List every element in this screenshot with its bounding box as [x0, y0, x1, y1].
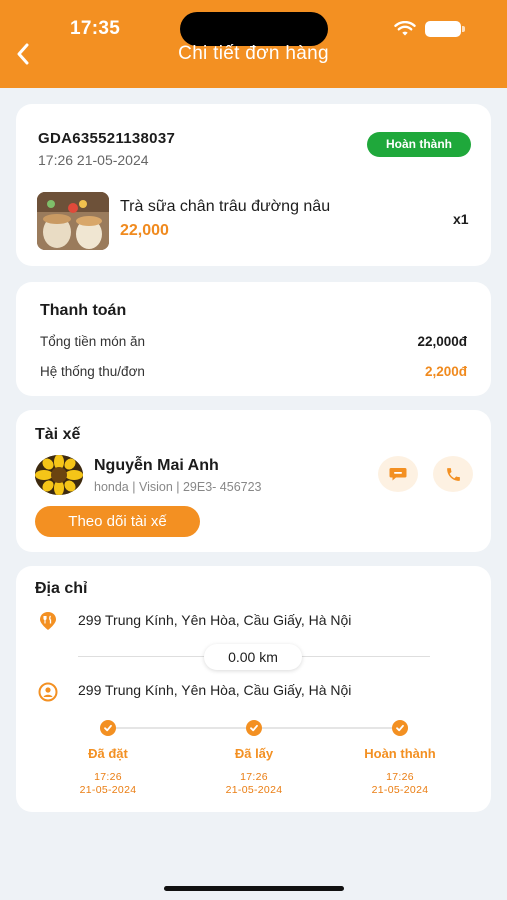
driver-card: Tài xế Nguyễn Mai Anh honda | Vision | 2…: [16, 410, 491, 552]
product-price: 22,000: [120, 222, 169, 239]
chat-icon: [389, 468, 407, 481]
distance-pill: 0.00 km: [204, 644, 302, 670]
pickup-address: 299 Trung Kính, Yên Hòa, Cầu Giấy, Hà Nộ…: [78, 612, 352, 628]
step-label-ordered: Đã đặt: [88, 746, 128, 761]
dynamic-island: [180, 12, 328, 46]
restaurant-pin-icon: [40, 612, 56, 630]
product-thumbnail: [37, 192, 109, 250]
product-image: [37, 192, 109, 250]
track-driver-button[interactable]: Theo dõi tài xế: [35, 506, 200, 537]
user-location-icon: [38, 682, 58, 702]
order-code: GDA635521138037: [38, 130, 176, 147]
step-time-picked-date: 21-05-2024: [225, 784, 283, 796]
payment-title: Thanh toán: [40, 302, 127, 319]
status-time: 17:35: [70, 18, 121, 39]
food-total-value: 22,000đ: [417, 334, 467, 349]
step-label-picked: Đã lấy: [234, 746, 274, 761]
page-title: Chi tiết đơn hàng: [178, 43, 329, 64]
call-button[interactable]: [433, 456, 473, 492]
battery-icon: [425, 21, 461, 37]
address-card: Địa chỉ 299 Trung Kính, Yên Hòa, Cầu Giấ…: [16, 566, 491, 812]
driver-vehicle: honda | Vision | 29E3- 456723: [94, 480, 262, 494]
step-check-icon-completed: [392, 720, 408, 736]
step-time-ordered: 17:26 21-05-2024: [48, 771, 168, 797]
dropoff-address: 299 Trung Kính, Yên Hòa, Cầu Giấy, Hà Nộ…: [78, 682, 352, 698]
order-card: GDA635521138037 17:26 21-05-2024 Hoàn th…: [16, 104, 491, 266]
step-time-completed: 17:26 21-05-2024: [340, 771, 460, 797]
step-label-completed: Hoàn thành: [364, 746, 436, 761]
message-button[interactable]: [378, 456, 418, 492]
step-time-ordered-time: 17:26: [94, 771, 122, 783]
battery-tip-icon: [462, 26, 465, 32]
status-icons: [394, 20, 474, 38]
step-check-icon-picked: [246, 720, 262, 736]
wifi-icon: [394, 21, 416, 36]
sunflower-image: [35, 455, 83, 495]
driver-avatar: [35, 455, 83, 495]
home-indicator: [164, 886, 344, 891]
progress-line-2: [262, 727, 392, 729]
driver-section-title: Tài xế: [35, 426, 81, 443]
step-time-picked: 17:26 21-05-2024: [194, 771, 314, 797]
step-time-picked-time: 17:26: [240, 771, 268, 783]
food-total-label: Tổng tiền món ăn: [40, 334, 146, 349]
address-section-title: Địa chỉ: [35, 580, 88, 597]
driver-name: Nguyễn Mai Anh: [94, 457, 219, 474]
system-fee-label: Hệ thống thu/đơn: [40, 364, 145, 379]
payment-card: Thanh toán Tổng tiền món ăn 22,000đ Hệ t…: [16, 282, 491, 396]
product-name: Trà sữa chân trâu đường nâu: [120, 198, 331, 215]
product-quantity: x1: [453, 211, 469, 227]
step-check-icon-ordered: [100, 720, 116, 736]
phone-icon: [446, 467, 460, 481]
app-header: 17:35 Chi tiết đơn hàng: [0, 0, 507, 88]
order-datetime: 17:26 21-05-2024: [38, 152, 149, 168]
step-time-completed-date: 21-05-2024: [371, 784, 429, 796]
system-fee-value: 2,200đ: [424, 364, 467, 379]
step-time-ordered-date: 21-05-2024: [79, 784, 137, 796]
step-time-completed-time: 17:26: [386, 771, 414, 783]
status-badge: Hoàn thành: [367, 132, 471, 157]
progress-line-1: [116, 727, 246, 729]
